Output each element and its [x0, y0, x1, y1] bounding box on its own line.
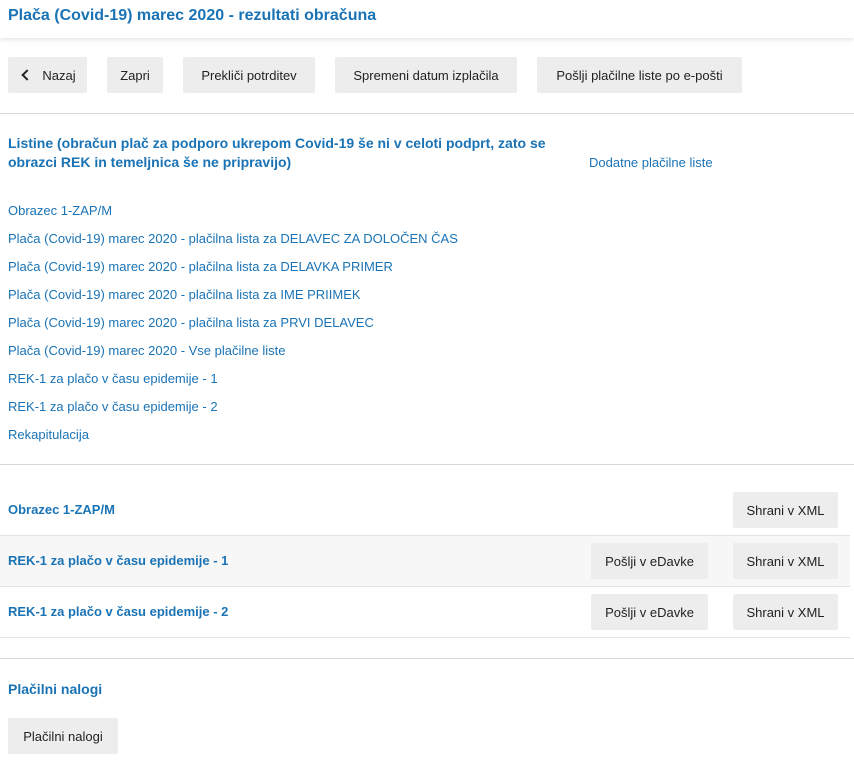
- divider: [0, 464, 854, 465]
- save-xml-button[interactable]: Shrani v XML: [733, 492, 838, 528]
- page-title: Plača (Covid-19) marec 2020 - rezultati …: [8, 7, 377, 24]
- document-link-1zapm[interactable]: Obrazec 1-ZAP/M: [8, 203, 112, 218]
- form-row-name: REK-1 za plačo v času epidemije - 2: [8, 604, 229, 619]
- form-row-name: Obrazec 1-ZAP/M: [8, 502, 115, 517]
- payment-orders-heading: Plačilni nalogi: [8, 681, 103, 697]
- document-link-payslip-prvi-delavec[interactable]: Plača (Covid-19) marec 2020 - plačilna l…: [8, 315, 374, 330]
- close-button[interactable]: Zapri: [107, 57, 163, 93]
- form-row-1zapm: Obrazec 1-ZAP/M Shrani v XML: [0, 485, 850, 536]
- change-payment-date-button[interactable]: Spremeni datum izplačila: [335, 57, 517, 93]
- back-button[interactable]: Nazaj: [8, 57, 87, 93]
- row-divider: [0, 637, 850, 638]
- form-row-rek1-2: REK-1 za plačo v času epidemije - 2 Pošl…: [0, 587, 850, 638]
- document-link-recapitulation[interactable]: Rekapitulacija: [8, 427, 89, 442]
- divider: [0, 113, 854, 114]
- chevron-left-icon: [21, 69, 34, 81]
- page-header: Plača (Covid-19) marec 2020 - rezultati …: [0, 0, 854, 38]
- cancel-confirmation-button[interactable]: Prekliči potrditev: [183, 57, 315, 93]
- document-link-rek1-2[interactable]: REK-1 za plačo v času epidemije - 2: [8, 399, 218, 414]
- document-link-all-payslips[interactable]: Plača (Covid-19) marec 2020 - Vse plačil…: [8, 343, 285, 358]
- send-payslips-email-button[interactable]: Pošlji plačilne liste po e-pošti: [537, 57, 742, 93]
- document-link-payslip-delavec-za-dolocen-cas[interactable]: Plača (Covid-19) marec 2020 - plačilna l…: [8, 231, 458, 246]
- divider: [0, 658, 854, 659]
- save-xml-button[interactable]: Shrani v XML: [733, 594, 838, 630]
- additional-payslips-link[interactable]: Dodatne plačilne liste: [589, 155, 713, 170]
- send-edavke-button[interactable]: Pošlji v eDavke: [591, 543, 708, 579]
- document-link-payslip-delavka-primer[interactable]: Plača (Covid-19) marec 2020 - plačilna l…: [8, 259, 393, 274]
- documents-heading: Listine (obračun plač za podporo ukrepom…: [8, 134, 546, 172]
- form-row-name: REK-1 za plačo v času epidemije - 1: [8, 553, 229, 568]
- payment-orders-button[interactable]: Plačilni nalogi: [8, 718, 118, 754]
- send-edavke-button[interactable]: Pošlji v eDavke: [591, 594, 708, 630]
- documents-heading-line1: Listine (obračun plač za podporo ukrepom…: [8, 135, 546, 151]
- document-link-payslip-ime-priimek[interactable]: Plača (Covid-19) marec 2020 - plačilna l…: [8, 287, 361, 302]
- save-xml-button[interactable]: Shrani v XML: [733, 543, 838, 579]
- documents-heading-line2: obrazci REK in temeljnica še ne pripravi…: [8, 154, 292, 170]
- document-link-rek1-1[interactable]: REK-1 za plačo v času epidemije - 1: [8, 371, 218, 386]
- form-row-rek1-1: REK-1 za plačo v času epidemije - 1 Pošl…: [0, 536, 850, 587]
- back-button-label: Nazaj: [42, 67, 76, 83]
